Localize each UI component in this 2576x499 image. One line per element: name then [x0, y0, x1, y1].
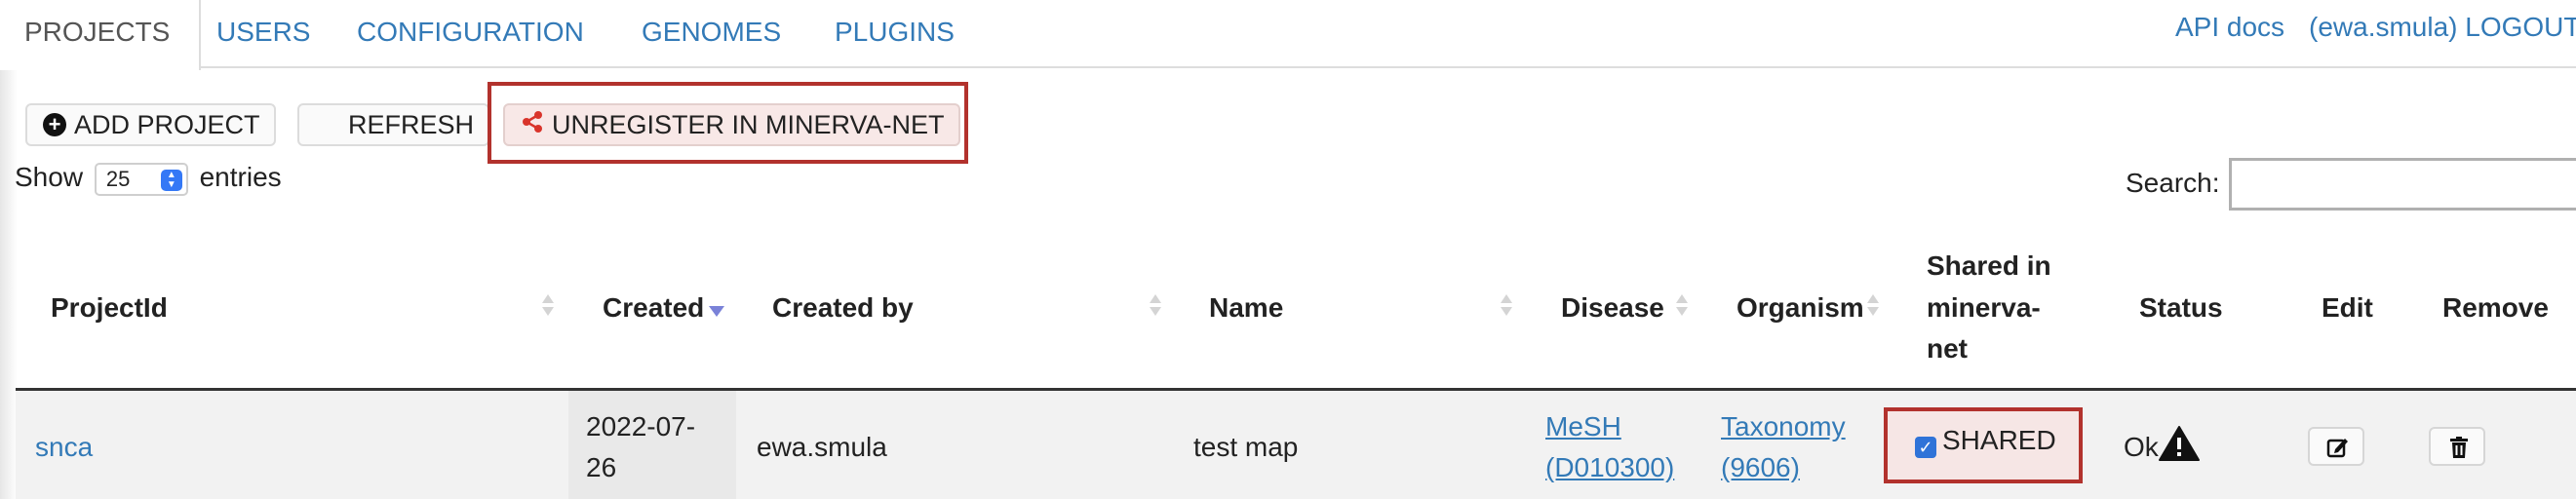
col-shared-line2: minerva-	[1927, 292, 2041, 323]
tab-genomes[interactable]: GENOMES	[642, 0, 781, 68]
entries-label: entries	[199, 162, 282, 192]
add-project-button[interactable]: + ADD PROJECT	[25, 103, 276, 146]
refresh-button[interactable]: REFRESH	[297, 103, 490, 146]
name-cell: test map	[1193, 432, 1299, 462]
api-docs-link[interactable]: API docs	[2175, 0, 2284, 58]
created-date-line1: 2022-07-	[586, 411, 696, 441]
tab-plugins[interactable]: PLUGINS	[835, 0, 955, 68]
remove-button[interactable]	[2429, 427, 2485, 466]
unregister-label: UNREGISTER IN MINERVA-NET	[552, 110, 945, 139]
shared-checkbox[interactable]: ✓	[1915, 437, 1936, 458]
shared-label: SHARED	[1942, 425, 2056, 455]
col-shared-line3: net	[1927, 333, 1968, 364]
entries-select-value: 25	[105, 166, 131, 191]
tab-projects[interactable]: PROJECTS	[0, 0, 202, 70]
top-nav: PROJECTS USERS CONFIGURATION GENOMES PLU…	[0, 0, 2576, 70]
tab-users[interactable]: USERS	[216, 0, 310, 68]
organism-link-line1[interactable]: Taxonomy	[1721, 406, 1846, 447]
disease-link-line1[interactable]: MeSH	[1545, 406, 1621, 447]
logout-link[interactable]: (ewa.smula) LOGOUT	[2309, 0, 2576, 58]
select-arrows-icon: ▲ ▼	[160, 169, 182, 191]
unregister-minerva-net-button[interactable]: UNREGISTER IN MINERVA-NET	[503, 103, 960, 146]
tab-configuration[interactable]: CONFIGURATION	[357, 0, 584, 68]
edit-icon	[2326, 439, 2348, 458]
sort-desc-icon[interactable]	[709, 306, 724, 317]
plus-circle-icon: +	[43, 112, 66, 136]
col-created-by[interactable]: Created by	[772, 288, 914, 328]
created-by-cell: ewa.smula	[757, 432, 887, 462]
col-edit: Edit	[2322, 292, 2373, 323]
col-organism[interactable]: Organism	[1737, 288, 1864, 328]
search-label: Search:	[2126, 168, 2220, 198]
refresh-label: REFRESH	[348, 110, 475, 139]
project-id-link[interactable]: snca	[35, 427, 93, 468]
trash-icon	[2450, 437, 2468, 458]
col-shared-line1: Shared in	[1927, 250, 2051, 281]
col-name[interactable]: Name	[1209, 288, 1283, 328]
length-control: Show 25 ▲ ▼ entries	[15, 162, 282, 196]
status-text: Ok	[2124, 432, 2159, 462]
entries-select[interactable]: 25 ▲ ▼	[94, 162, 188, 196]
col-remove: Remove	[2442, 292, 2549, 323]
share-icon	[521, 105, 544, 144]
disease-link-line2[interactable]: (D010300)	[1545, 447, 1674, 488]
col-status: Status	[2139, 292, 2223, 323]
edit-button[interactable]	[2308, 427, 2364, 466]
warning-icon[interactable]	[2158, 425, 2201, 467]
col-project-id[interactable]: ProjectId	[51, 288, 168, 328]
created-date-line2: 26	[586, 452, 617, 482]
organism-link-line2[interactable]: (9606)	[1721, 447, 1800, 488]
shared-highlight: ✓ SHARED	[1884, 407, 2083, 483]
show-label: Show	[15, 162, 84, 192]
col-disease[interactable]: Disease	[1561, 288, 1664, 328]
add-project-label: ADD PROJECT	[74, 110, 260, 139]
col-created[interactable]: Created	[603, 288, 704, 328]
search-input[interactable]	[2229, 158, 2576, 211]
